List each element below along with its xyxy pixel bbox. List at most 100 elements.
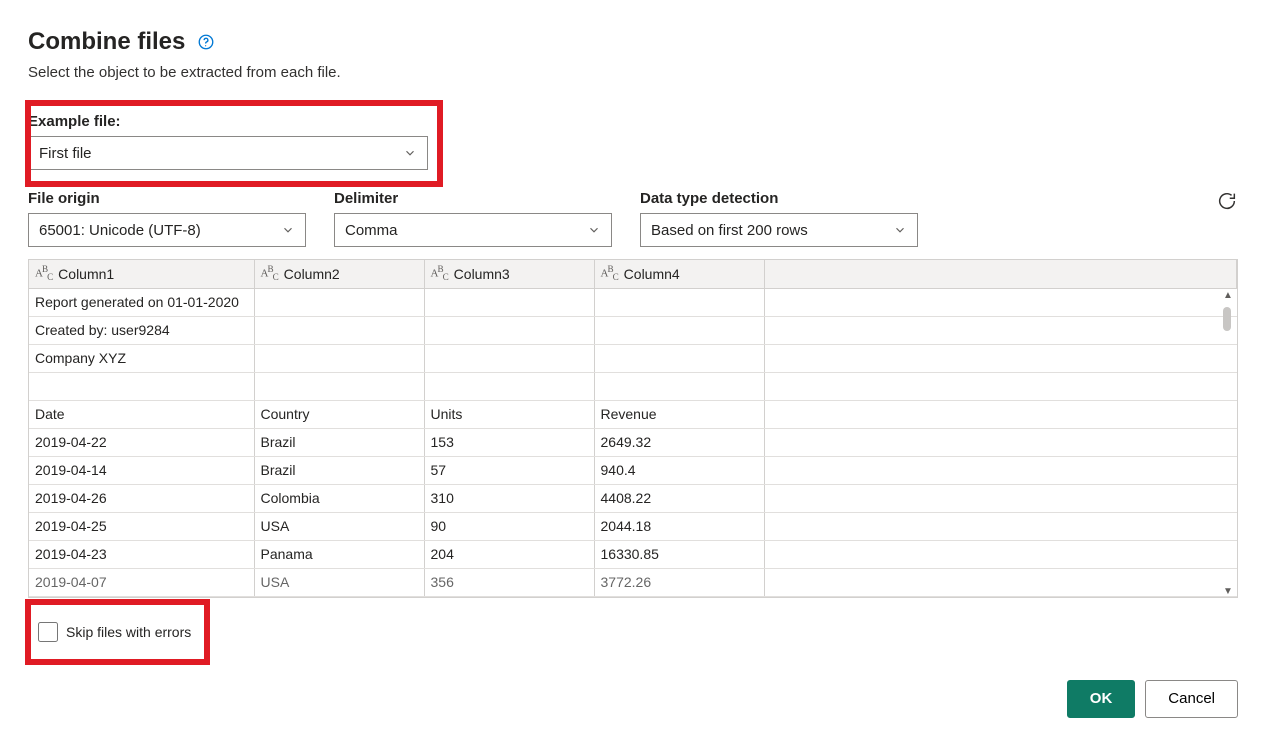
table-row[interactable]: 2019-04-14Brazil57940.4: [29, 456, 1237, 484]
skip-files-label: Skip files with errors: [66, 624, 191, 640]
delimiter-dropdown[interactable]: Comma: [334, 213, 612, 247]
table-cell: [29, 372, 254, 400]
scroll-thumb[interactable]: [1223, 307, 1231, 331]
table-row[interactable]: 2019-04-26Colombia3104408.22: [29, 484, 1237, 512]
table-cell: Report generated on 01-01-2020: [29, 288, 254, 316]
table-cell: USA: [254, 568, 424, 596]
table-cell-blank: [764, 288, 1237, 316]
table-cell: [594, 316, 764, 344]
table-cell: 2019-04-23: [29, 540, 254, 568]
column-header[interactable]: ABC Column2: [254, 260, 424, 288]
text-type-icon: ABC: [35, 264, 52, 282]
scroll-up-arrow[interactable]: ▲: [1223, 290, 1233, 301]
table-row[interactable]: [29, 372, 1237, 400]
table-cell-blank: [764, 372, 1237, 400]
text-type-icon: ABC: [261, 264, 278, 282]
table-cell: [254, 316, 424, 344]
file-origin-label: File origin: [28, 190, 306, 207]
table-cell: [594, 344, 764, 372]
table-cell: 57: [424, 456, 594, 484]
cancel-button[interactable]: Cancel: [1145, 680, 1238, 718]
text-type-icon: ABC: [431, 264, 448, 282]
table-cell-blank: [764, 568, 1237, 596]
table-row[interactable]: Created by: user9284: [29, 316, 1237, 344]
table-cell: 2019-04-26: [29, 484, 254, 512]
column-header[interactable]: ABC Column3: [424, 260, 594, 288]
table-cell-blank: [764, 484, 1237, 512]
example-file-section: Example file: First file: [28, 103, 440, 184]
table-row[interactable]: 2019-04-23Panama20416330.85: [29, 540, 1237, 568]
chevron-down-icon: [587, 223, 601, 237]
table-row[interactable]: 2019-04-22Brazil1532649.32: [29, 428, 1237, 456]
table-cell-blank: [764, 316, 1237, 344]
delimiter-value: Comma: [345, 222, 398, 239]
example-file-label: Example file:: [28, 113, 428, 130]
table-cell: Colombia: [254, 484, 424, 512]
table-cell: 356: [424, 568, 594, 596]
page-title: Combine files: [28, 28, 185, 56]
skip-files-section: Skip files with errors: [28, 602, 207, 662]
table-cell: [254, 372, 424, 400]
datatype-value: Based on first 200 rows: [651, 222, 808, 239]
chevron-down-icon: [281, 223, 295, 237]
table-cell: Created by: user9284: [29, 316, 254, 344]
table-cell: Country: [254, 400, 424, 428]
table-cell: Panama: [254, 540, 424, 568]
column-header[interactable]: ABC Column1: [29, 260, 254, 288]
table-row[interactable]: 2019-04-07USA3563772.26: [29, 568, 1237, 596]
table-cell: 2019-04-14: [29, 456, 254, 484]
table-cell: Company XYZ: [29, 344, 254, 372]
table-cell-blank: [764, 400, 1237, 428]
table-cell: 90: [424, 512, 594, 540]
table-cell-blank: [764, 428, 1237, 456]
table-cell: [254, 344, 424, 372]
table-cell: 3772.26: [594, 568, 764, 596]
chevron-down-icon: [403, 146, 417, 160]
table-cell: 153: [424, 428, 594, 456]
ok-button[interactable]: OK: [1067, 680, 1136, 718]
table-cell: 2019-04-07: [29, 568, 254, 596]
table-row[interactable]: Report generated on 01-01-2020: [29, 288, 1237, 316]
table-cell: Revenue: [594, 400, 764, 428]
example-file-value: First file: [39, 145, 92, 162]
column-header-blank: [764, 260, 1237, 288]
table-cell: 16330.85: [594, 540, 764, 568]
delimiter-label: Delimiter: [334, 190, 612, 207]
file-origin-value: 65001: Unicode (UTF-8): [39, 222, 201, 239]
skip-files-checkbox[interactable]: [38, 622, 58, 642]
datatype-dropdown[interactable]: Based on first 200 rows: [640, 213, 918, 247]
table-cell: 940.4: [594, 456, 764, 484]
table-row[interactable]: Company XYZ: [29, 344, 1237, 372]
help-icon[interactable]: [197, 33, 215, 51]
table-cell: 310: [424, 484, 594, 512]
datatype-label: Data type detection: [640, 190, 918, 207]
table-cell: [594, 372, 764, 400]
table-cell: [424, 288, 594, 316]
table-cell: [254, 288, 424, 316]
text-type-icon: ABC: [601, 264, 618, 282]
table-cell: Brazil: [254, 456, 424, 484]
column-header[interactable]: ABC Column4: [594, 260, 764, 288]
table-row[interactable]: DateCountryUnitsRevenue: [29, 400, 1237, 428]
table-cell: USA: [254, 512, 424, 540]
table-cell: 2019-04-22: [29, 428, 254, 456]
table-cell: [594, 288, 764, 316]
page-subtitle: Select the object to be extracted from e…: [28, 64, 1238, 81]
table-cell: [424, 344, 594, 372]
vertical-scrollbar[interactable]: ▲ ▼: [1219, 290, 1237, 597]
table-cell: Date: [29, 400, 254, 428]
file-origin-dropdown[interactable]: 65001: Unicode (UTF-8): [28, 213, 306, 247]
table-cell: [424, 372, 594, 400]
table-cell: 2019-04-25: [29, 512, 254, 540]
table-cell: Brazil: [254, 428, 424, 456]
table-cell: [424, 316, 594, 344]
chevron-down-icon: [893, 223, 907, 237]
table-row[interactable]: 2019-04-25USA902044.18: [29, 512, 1237, 540]
preview-grid: ABC Column1ABC Column2ABC Column3ABC Col…: [28, 259, 1238, 598]
table-cell: 2649.32: [594, 428, 764, 456]
refresh-icon[interactable]: [1216, 190, 1238, 212]
example-file-dropdown[interactable]: First file: [28, 136, 428, 170]
table-cell-blank: [764, 456, 1237, 484]
table-cell-blank: [764, 512, 1237, 540]
scroll-down-arrow[interactable]: ▼: [1223, 586, 1233, 597]
